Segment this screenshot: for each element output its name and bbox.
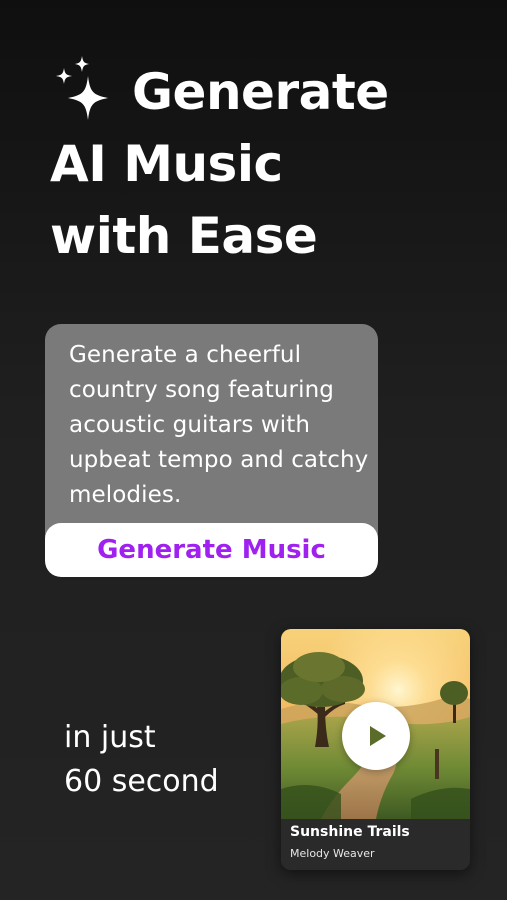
headline-line-2: AI Music	[50, 135, 283, 193]
headline-line-3: with Ease	[50, 207, 318, 265]
tagline-line-1: in just	[64, 720, 156, 755]
prompt-text: Generate a cheerful country song featuri…	[69, 342, 369, 508]
tagline-line-2: 60 second	[64, 764, 219, 799]
generate-music-button[interactable]: Generate Music	[45, 523, 378, 577]
song-meta: Sunshine Trails Melody Weaver	[281, 819, 470, 870]
song-card[interactable]: Sunshine Trails Melody Weaver	[281, 629, 470, 870]
song-artist: Melody Weaver	[290, 847, 375, 860]
play-button[interactable]	[342, 702, 410, 770]
prompt-card: Generate a cheerful country song featuri…	[45, 324, 378, 577]
headline: Generate AI Music with Ease	[50, 56, 490, 272]
song-title: Sunshine Trails	[290, 824, 410, 840]
play-icon	[370, 726, 386, 746]
tagline: in just 60 second	[64, 716, 219, 804]
headline-line-1: Generate	[132, 63, 389, 121]
